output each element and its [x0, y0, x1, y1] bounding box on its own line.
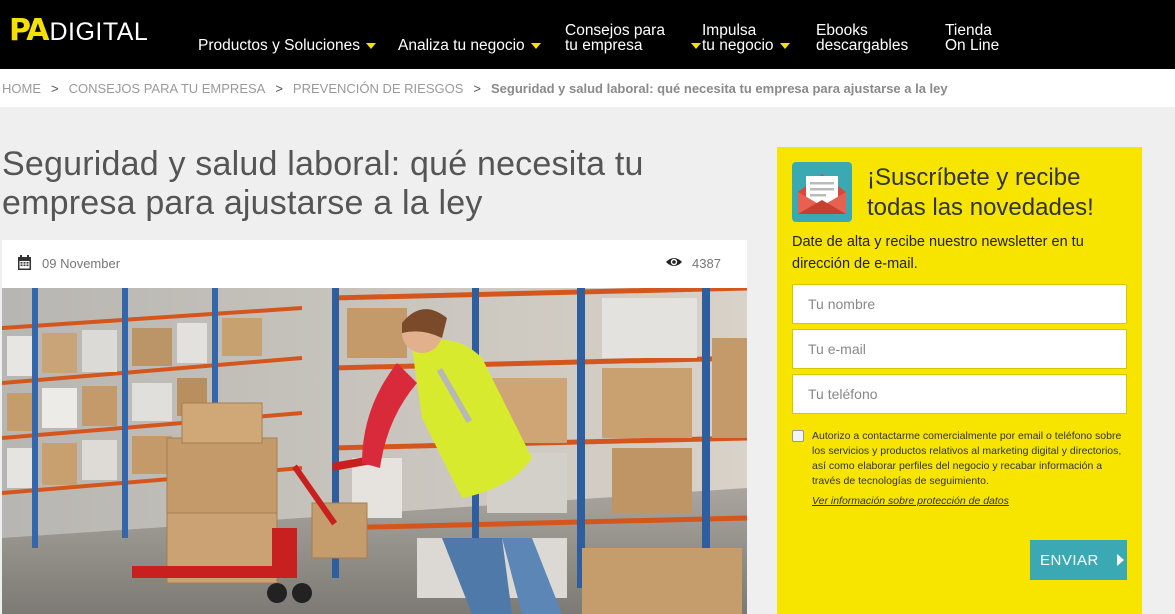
email-field[interactable] — [792, 329, 1127, 369]
breadcrumb: HOME > CONSEJOS PARA TU EMPRESA > PREVEN… — [0, 69, 1175, 107]
nav-ebooks[interactable]: Ebooks descargables — [816, 22, 909, 54]
nav-label-line2: tu empresa — [565, 37, 643, 54]
consent-checkbox[interactable] — [792, 430, 804, 442]
chevron-down-icon — [779, 43, 790, 49]
nav-label: Analiza tu negocio — [398, 37, 525, 54]
breadcrumb-consejos[interactable]: CONSEJOS PARA TU EMPRESA — [69, 81, 266, 96]
logo-text: DIGITAL — [49, 18, 149, 46]
nav-label: Productos y Soluciones — [198, 37, 360, 54]
nav-label-line2: tu negocio — [702, 37, 774, 54]
breadcrumb-home[interactable]: HOME — [2, 81, 41, 96]
eye-icon — [666, 258, 682, 266]
breadcrumb-separator: > — [275, 80, 283, 96]
nav-label-line1: Ebooks — [816, 22, 868, 39]
privacy-info-link[interactable]: Ver información sobre protección de dato… — [812, 495, 1009, 507]
send-button-label: ENVIAR — [1040, 551, 1099, 569]
nav-analiza-negocio[interactable]: Analiza tu negocio — [398, 38, 541, 53]
chevron-down-icon — [365, 43, 376, 49]
newsletter-description: Date de alta y recibe nuestro newsletter… — [792, 234, 1084, 272]
newsletter-envelope-icon — [792, 162, 852, 222]
breadcrumb-separator: > — [51, 80, 59, 96]
nav-label-line2: On Line — [945, 37, 1000, 54]
article-meta: 09 November 4387 — [2, 240, 747, 288]
breadcrumb-prevencion[interactable]: PREVENCIÓN DE RIESGOS — [293, 81, 463, 96]
newsletter-panel: ¡Suscríbete y recibe todas las novedades… — [777, 147, 1142, 614]
warehouse-illustration — [2, 288, 747, 614]
breadcrumb-separator: > — [473, 80, 481, 96]
phone-field[interactable] — [792, 374, 1127, 414]
article-hero-image — [2, 288, 747, 614]
nav-tienda-online[interactable]: Tienda On Line — [945, 22, 1000, 54]
calendar-icon — [18, 255, 31, 270]
top-header: PA DIGITAL Productos y Soluciones Analiz… — [0, 0, 1175, 69]
send-button[interactable]: ENVIAR — [1030, 540, 1127, 580]
chevron-down-icon — [530, 43, 541, 49]
newsletter-title: ¡Suscríbete y recibe todas las novedades… — [867, 164, 1094, 221]
nav-productos-soluciones[interactable]: Productos y Soluciones — [198, 38, 376, 53]
article-views: 4387 — [692, 256, 721, 271]
article-title: Seguridad y salud laboral: qué necesita … — [2, 145, 644, 222]
nav-label-line1: Consejos para — [565, 22, 665, 39]
consent-text: Autorizo a contactarme comercialmente po… — [812, 430, 1122, 487]
breadcrumb-current: Seguridad y salud laboral: qué necesita … — [491, 80, 948, 96]
nav-consejos-empresa[interactable]: Consejos para tu empresa — [565, 23, 701, 53]
arrow-right-icon — [1116, 554, 1124, 566]
nav-impulsa-negocio[interactable]: Impulsa tu negocio — [702, 23, 790, 53]
logo-mark: PA — [9, 13, 49, 48]
chevron-down-icon — [690, 43, 701, 49]
nav-label-line1: Impulsa — [702, 22, 757, 39]
nav-label-line2: descargables — [816, 37, 909, 54]
article-date: 09 November — [42, 256, 121, 271]
nav-label-line1: Tienda — [945, 22, 992, 39]
site-logo[interactable]: PA DIGITAL — [9, 13, 149, 48]
name-field[interactable] — [792, 284, 1127, 324]
